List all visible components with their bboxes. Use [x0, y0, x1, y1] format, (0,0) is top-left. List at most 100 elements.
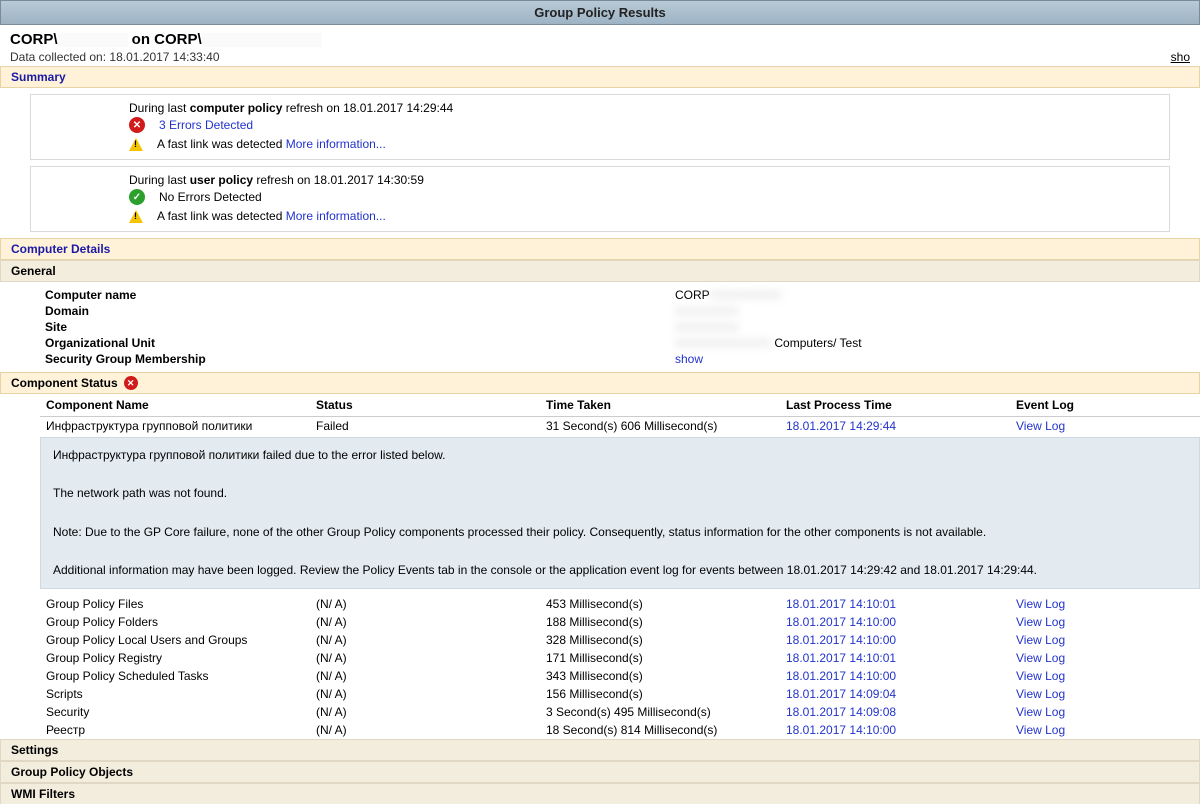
component-name: Security — [40, 703, 310, 721]
component-last-process[interactable]: 18.01.2017 14:10:00 — [780, 721, 1010, 739]
component-status: (N/ A) — [310, 595, 540, 613]
view-log-link[interactable]: View Log — [1010, 721, 1200, 739]
computer-name-label: Computer name — [45, 288, 675, 302]
col-event-log: Event Log — [1010, 394, 1200, 417]
component-time: 156 Millisecond(s) — [540, 685, 780, 703]
component-table-rest: Group Policy Files(N/ A)453 Millisecond(… — [40, 595, 1200, 739]
component-name: Group Policy Scheduled Tasks — [40, 667, 310, 685]
error-detail-box: Инфраструктура групповой политики failed… — [40, 437, 1200, 589]
component-status: (N/ A) — [310, 649, 540, 667]
table-header-row: Component Name Status Time Taken Last Pr… — [40, 394, 1200, 417]
sgm-label: Security Group Membership — [45, 352, 675, 366]
wmi-header[interactable]: WMI Filters — [0, 783, 1200, 804]
more-info-link[interactable]: More information... — [286, 209, 386, 223]
refresh-line: During last user policy refresh on 18.01… — [129, 173, 1161, 187]
more-info-link[interactable]: More information... — [286, 137, 386, 151]
component-time: 453 Millisecond(s) — [540, 595, 780, 613]
col-status: Status — [310, 394, 540, 417]
component-name: Реестр — [40, 721, 310, 739]
ou-value: XXXXXXXXXXXX Computers/ Test — [675, 336, 1155, 350]
component-table: Component Name Status Time Taken Last Pr… — [40, 394, 1200, 435]
fast-link-text: A fast link was detected — [157, 209, 286, 223]
table-row: Group Policy Folders(N/ A)188 Millisecon… — [40, 613, 1200, 631]
summary-header[interactable]: Summary — [0, 66, 1200, 88]
domain-label: Domain — [45, 304, 675, 318]
table-row: Group Policy Files(N/ A)453 Millisecond(… — [40, 595, 1200, 613]
component-time: 18 Second(s) 814 Millisecond(s) — [540, 721, 780, 739]
error-line: The network path was not found. — [53, 484, 1187, 503]
collected-row: Data collected on: 18.01.2017 14:33:40 s… — [0, 50, 1200, 66]
view-log-link[interactable]: View Log — [1010, 595, 1200, 613]
sgm-show-link[interactable]: show — [675, 352, 703, 366]
component-last-process[interactable]: 18.01.2017 14:10:01 — [780, 649, 1010, 667]
warning-icon — [129, 138, 143, 151]
component-time: 31 Second(s) 606 Millisecond(s) — [540, 417, 780, 436]
identity-prefix: CORP\ — [10, 31, 58, 48]
settings-header[interactable]: Settings — [0, 739, 1200, 761]
component-time: 343 Millisecond(s) — [540, 667, 780, 685]
component-last-process[interactable]: 18.01.2017 14:10:00 — [780, 613, 1010, 631]
warning-icon — [129, 210, 143, 223]
component-last-process[interactable]: 18.01.2017 14:10:00 — [780, 631, 1010, 649]
component-last-process[interactable]: 18.01.2017 14:09:04 — [780, 685, 1010, 703]
component-last-process[interactable]: 18.01.2017 14:10:00 — [780, 667, 1010, 685]
view-log-link[interactable]: View Log — [1010, 631, 1200, 649]
site-label: Site — [45, 320, 675, 334]
component-status-header[interactable]: Component Status ✕ — [0, 372, 1200, 394]
table-row: Group Policy Scheduled Tasks(N/ A)343 Mi… — [40, 667, 1200, 685]
error-icon: ✕ — [124, 376, 138, 390]
window-title: Group Policy Results — [0, 0, 1200, 25]
table-row: Group Policy Local Users and Groups(N/ A… — [40, 631, 1200, 649]
no-errors-text: No Errors Detected — [159, 190, 262, 204]
computer-name-value: CORPXXXXXXXXX — [675, 288, 1155, 302]
domain-value: XXXXXXXX — [675, 304, 1155, 318]
component-last-process[interactable]: 18.01.2017 14:10:01 — [780, 595, 1010, 613]
show-link[interactable]: sho — [1171, 50, 1190, 64]
error-line: Note: Due to the GP Core failure, none o… — [53, 523, 1187, 542]
collected-label: Data collected on: — [10, 50, 109, 64]
view-log-link[interactable]: View Log — [1010, 703, 1200, 721]
component-time: 171 Millisecond(s) — [540, 649, 780, 667]
view-log-link[interactable]: View Log — [1010, 667, 1200, 685]
ou-label: Organizational Unit — [45, 336, 675, 350]
table-row: Security(N/ A)3 Second(s) 495 Millisecon… — [40, 703, 1200, 721]
computer-policy-block: During last computer policy refresh on 1… — [30, 94, 1170, 160]
component-status: (N/ A) — [310, 613, 540, 631]
user-policy-block: During last user policy refresh on 18.01… — [30, 166, 1170, 232]
error-line: Additional information may have been log… — [53, 561, 1187, 580]
col-last-process: Last Process Time — [780, 394, 1010, 417]
component-time: 328 Millisecond(s) — [540, 631, 780, 649]
identity-row: CORP\ on CORP\ — [0, 25, 1200, 50]
computer-policy-bold: computer policy — [190, 101, 283, 115]
view-log-link[interactable]: View Log — [1010, 417, 1200, 436]
errors-detected-link[interactable]: 3 Errors Detected — [159, 118, 253, 132]
component-time: 3 Second(s) 495 Millisecond(s) — [540, 703, 780, 721]
component-name: Инфраструктура групповой политики — [40, 417, 310, 436]
table-row: Group Policy Registry(N/ A)171 Milliseco… — [40, 649, 1200, 667]
component-status: Failed — [310, 417, 540, 436]
general-header[interactable]: General — [0, 260, 1200, 282]
col-time-taken: Time Taken — [540, 394, 780, 417]
component-last-process[interactable]: 18.01.2017 14:29:44 — [780, 417, 1010, 436]
refresh-line: During last computer policy refresh on 1… — [129, 101, 1161, 115]
component-status: (N/ A) — [310, 667, 540, 685]
view-log-link[interactable]: View Log — [1010, 613, 1200, 631]
view-log-link[interactable]: View Log — [1010, 649, 1200, 667]
redacted-text — [202, 33, 322, 47]
component-status: (N/ A) — [310, 721, 540, 739]
component-status: (N/ A) — [310, 631, 540, 649]
error-icon: ✕ — [129, 117, 145, 133]
error-line: Инфраструктура групповой политики failed… — [53, 446, 1187, 465]
component-last-process[interactable]: 18.01.2017 14:09:08 — [780, 703, 1010, 721]
table-row: Реестр(N/ A)18 Second(s) 814 Millisecond… — [40, 721, 1200, 739]
computer-details-header[interactable]: Computer Details — [0, 238, 1200, 260]
view-log-link[interactable]: View Log — [1010, 685, 1200, 703]
component-name: Group Policy Folders — [40, 613, 310, 631]
component-name: Scripts — [40, 685, 310, 703]
redacted-text — [58, 33, 128, 47]
component-name: Group Policy Files — [40, 595, 310, 613]
fast-link-text: A fast link was detected — [157, 137, 286, 151]
table-row: Scripts(N/ A)156 Millisecond(s)18.01.201… — [40, 685, 1200, 703]
gpo-header[interactable]: Group Policy Objects — [0, 761, 1200, 783]
success-icon: ✓ — [129, 189, 145, 205]
